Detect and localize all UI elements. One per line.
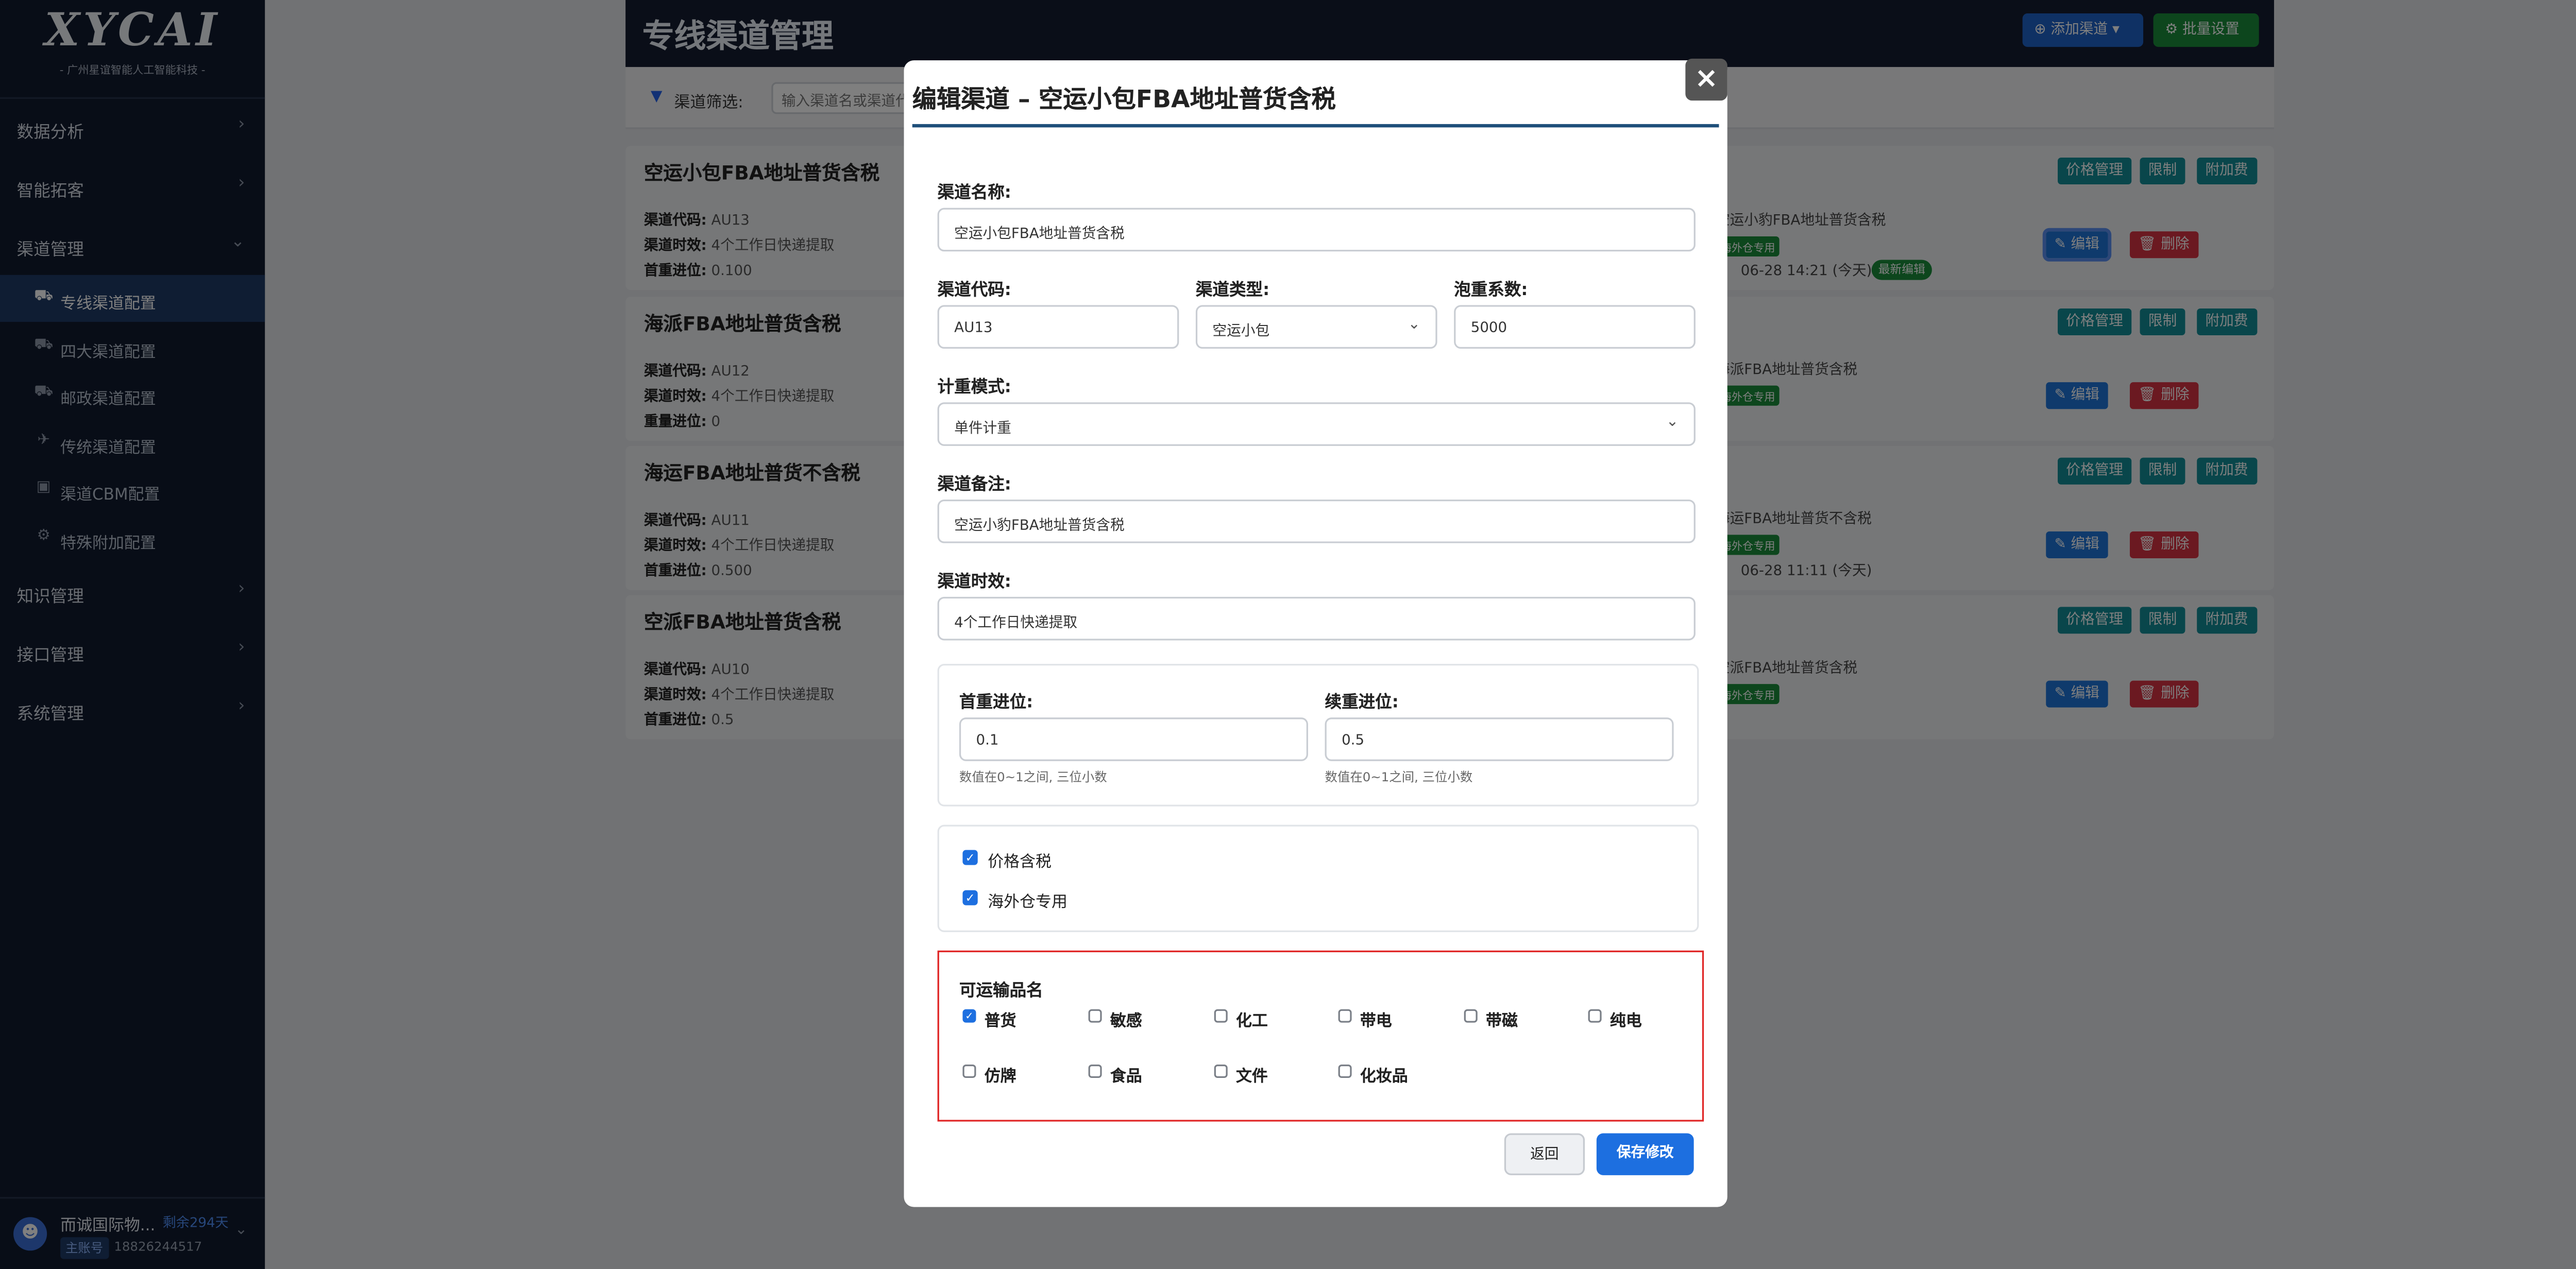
- close-icon[interactable]: ×: [1685, 58, 1727, 101]
- goods-label: 普货: [984, 1013, 1016, 1031]
- channel-code-input[interactable]: AU13: [937, 305, 1179, 349]
- goods-label: 带电: [1360, 1013, 1392, 1031]
- channel-name-input[interactable]: 空运小包FBA地址普货含税: [937, 208, 1696, 252]
- goods-checkbox-cosmetics[interactable]: [1338, 1064, 1352, 1078]
- weight-mode-value: 单件计重: [954, 421, 1011, 438]
- goods-checkbox-pure-battery[interactable]: [1588, 1009, 1602, 1023]
- goods-label: 带磁: [1486, 1013, 1518, 1031]
- save-changes-button[interactable]: 保存修改: [1596, 1133, 1694, 1175]
- options-panel: ✓ 价格含税 ✓ 海外仓专用: [937, 825, 1699, 932]
- channel-type-label: 渠道类型:: [1195, 281, 1270, 300]
- goods-checkbox-chemical[interactable]: [1214, 1009, 1228, 1023]
- continued-weight-hint: 数值在0~1之间, 三位小数: [1325, 769, 1473, 785]
- goods-label: 食品: [1110, 1068, 1142, 1087]
- goods-section-title: 可运输品名: [959, 982, 1043, 1001]
- goods-checkbox-brand-imitation[interactable]: [962, 1064, 976, 1078]
- goods-checkbox-battery[interactable]: [1338, 1009, 1352, 1023]
- channel-time-input[interactable]: 4个工作日快递提取: [937, 596, 1696, 641]
- first-weight-hint: 数值在0~1之间, 三位小数: [959, 769, 1107, 785]
- channel-type-value: 空运小包: [1212, 323, 1270, 340]
- weight-mode-label: 计重模式:: [937, 379, 1011, 398]
- goods-label: 化工: [1236, 1013, 1268, 1031]
- goods-label: 化妆品: [1360, 1068, 1408, 1087]
- volume-factor-label: 泡重系数:: [1454, 281, 1528, 300]
- goods-label: 文件: [1236, 1068, 1268, 1087]
- first-weight-label: 首重进位:: [959, 694, 1033, 713]
- channel-remark-label: 渠道备注:: [937, 476, 1011, 495]
- goods-checkbox-food[interactable]: [1088, 1064, 1102, 1078]
- chevron-down-icon: ⌄: [1666, 414, 1679, 431]
- channel-code-label: 渠道代码:: [937, 281, 1011, 300]
- goods-checkbox-magnetic[interactable]: [1464, 1009, 1478, 1023]
- overseas-warehouse-label: 海外仓专用: [988, 893, 1067, 912]
- channel-type-select[interactable]: 空运小包 ⌄: [1195, 305, 1437, 349]
- title-divider: [912, 124, 1719, 128]
- weight-rounding-panel: 首重进位: 0.1 数值在0~1之间, 三位小数 续重进位: 0.5 数值在0~…: [937, 664, 1699, 807]
- goods-label: 仿牌: [984, 1068, 1016, 1087]
- first-weight-input[interactable]: 0.1: [959, 717, 1308, 761]
- chevron-down-icon: ⌄: [1408, 317, 1421, 334]
- modal-title: 编辑渠道 – 空运小包FBA地址普货含税: [912, 87, 1336, 114]
- back-button[interactable]: 返回: [1504, 1133, 1585, 1175]
- channel-time-label: 渠道时效:: [937, 573, 1011, 592]
- goods-checkbox-general[interactable]: ✓: [962, 1009, 976, 1023]
- weight-mode-select[interactable]: 单件计重 ⌄: [937, 402, 1696, 446]
- goods-label: 纯电: [1609, 1013, 1642, 1031]
- continued-weight-input[interactable]: 0.5: [1325, 717, 1674, 761]
- goods-checkbox-documents[interactable]: [1214, 1064, 1228, 1078]
- volume-factor-input[interactable]: 5000: [1454, 305, 1696, 349]
- price-tax-label: 价格含税: [988, 853, 1052, 872]
- overseas-warehouse-checkbox[interactable]: ✓: [962, 890, 978, 905]
- channel-name-label: 渠道名称:: [937, 184, 1011, 203]
- goods-label: 敏感: [1110, 1013, 1142, 1031]
- transportable-goods-section: 可运输品名 ✓ 普货 敏感 化工 带电 带磁 纯电 仿牌 食品 文件 化妆品: [937, 950, 1704, 1122]
- edit-channel-modal: 编辑渠道 – 空运小包FBA地址普货含税 渠道名称: 空运小包FBA地址普货含税…: [904, 60, 1727, 1207]
- price-tax-checkbox[interactable]: ✓: [962, 850, 978, 865]
- goods-checkbox-sensitive[interactable]: [1088, 1009, 1102, 1023]
- continued-weight-label: 续重进位:: [1325, 694, 1399, 713]
- channel-remark-input[interactable]: 空运小豹FBA地址普货含税: [937, 500, 1696, 543]
- app-root: XYCAI - 广州星谊智能人工智能科技 - 数据分析 › 智能拓客 › 渠道管…: [0, 0, 2576, 1269]
